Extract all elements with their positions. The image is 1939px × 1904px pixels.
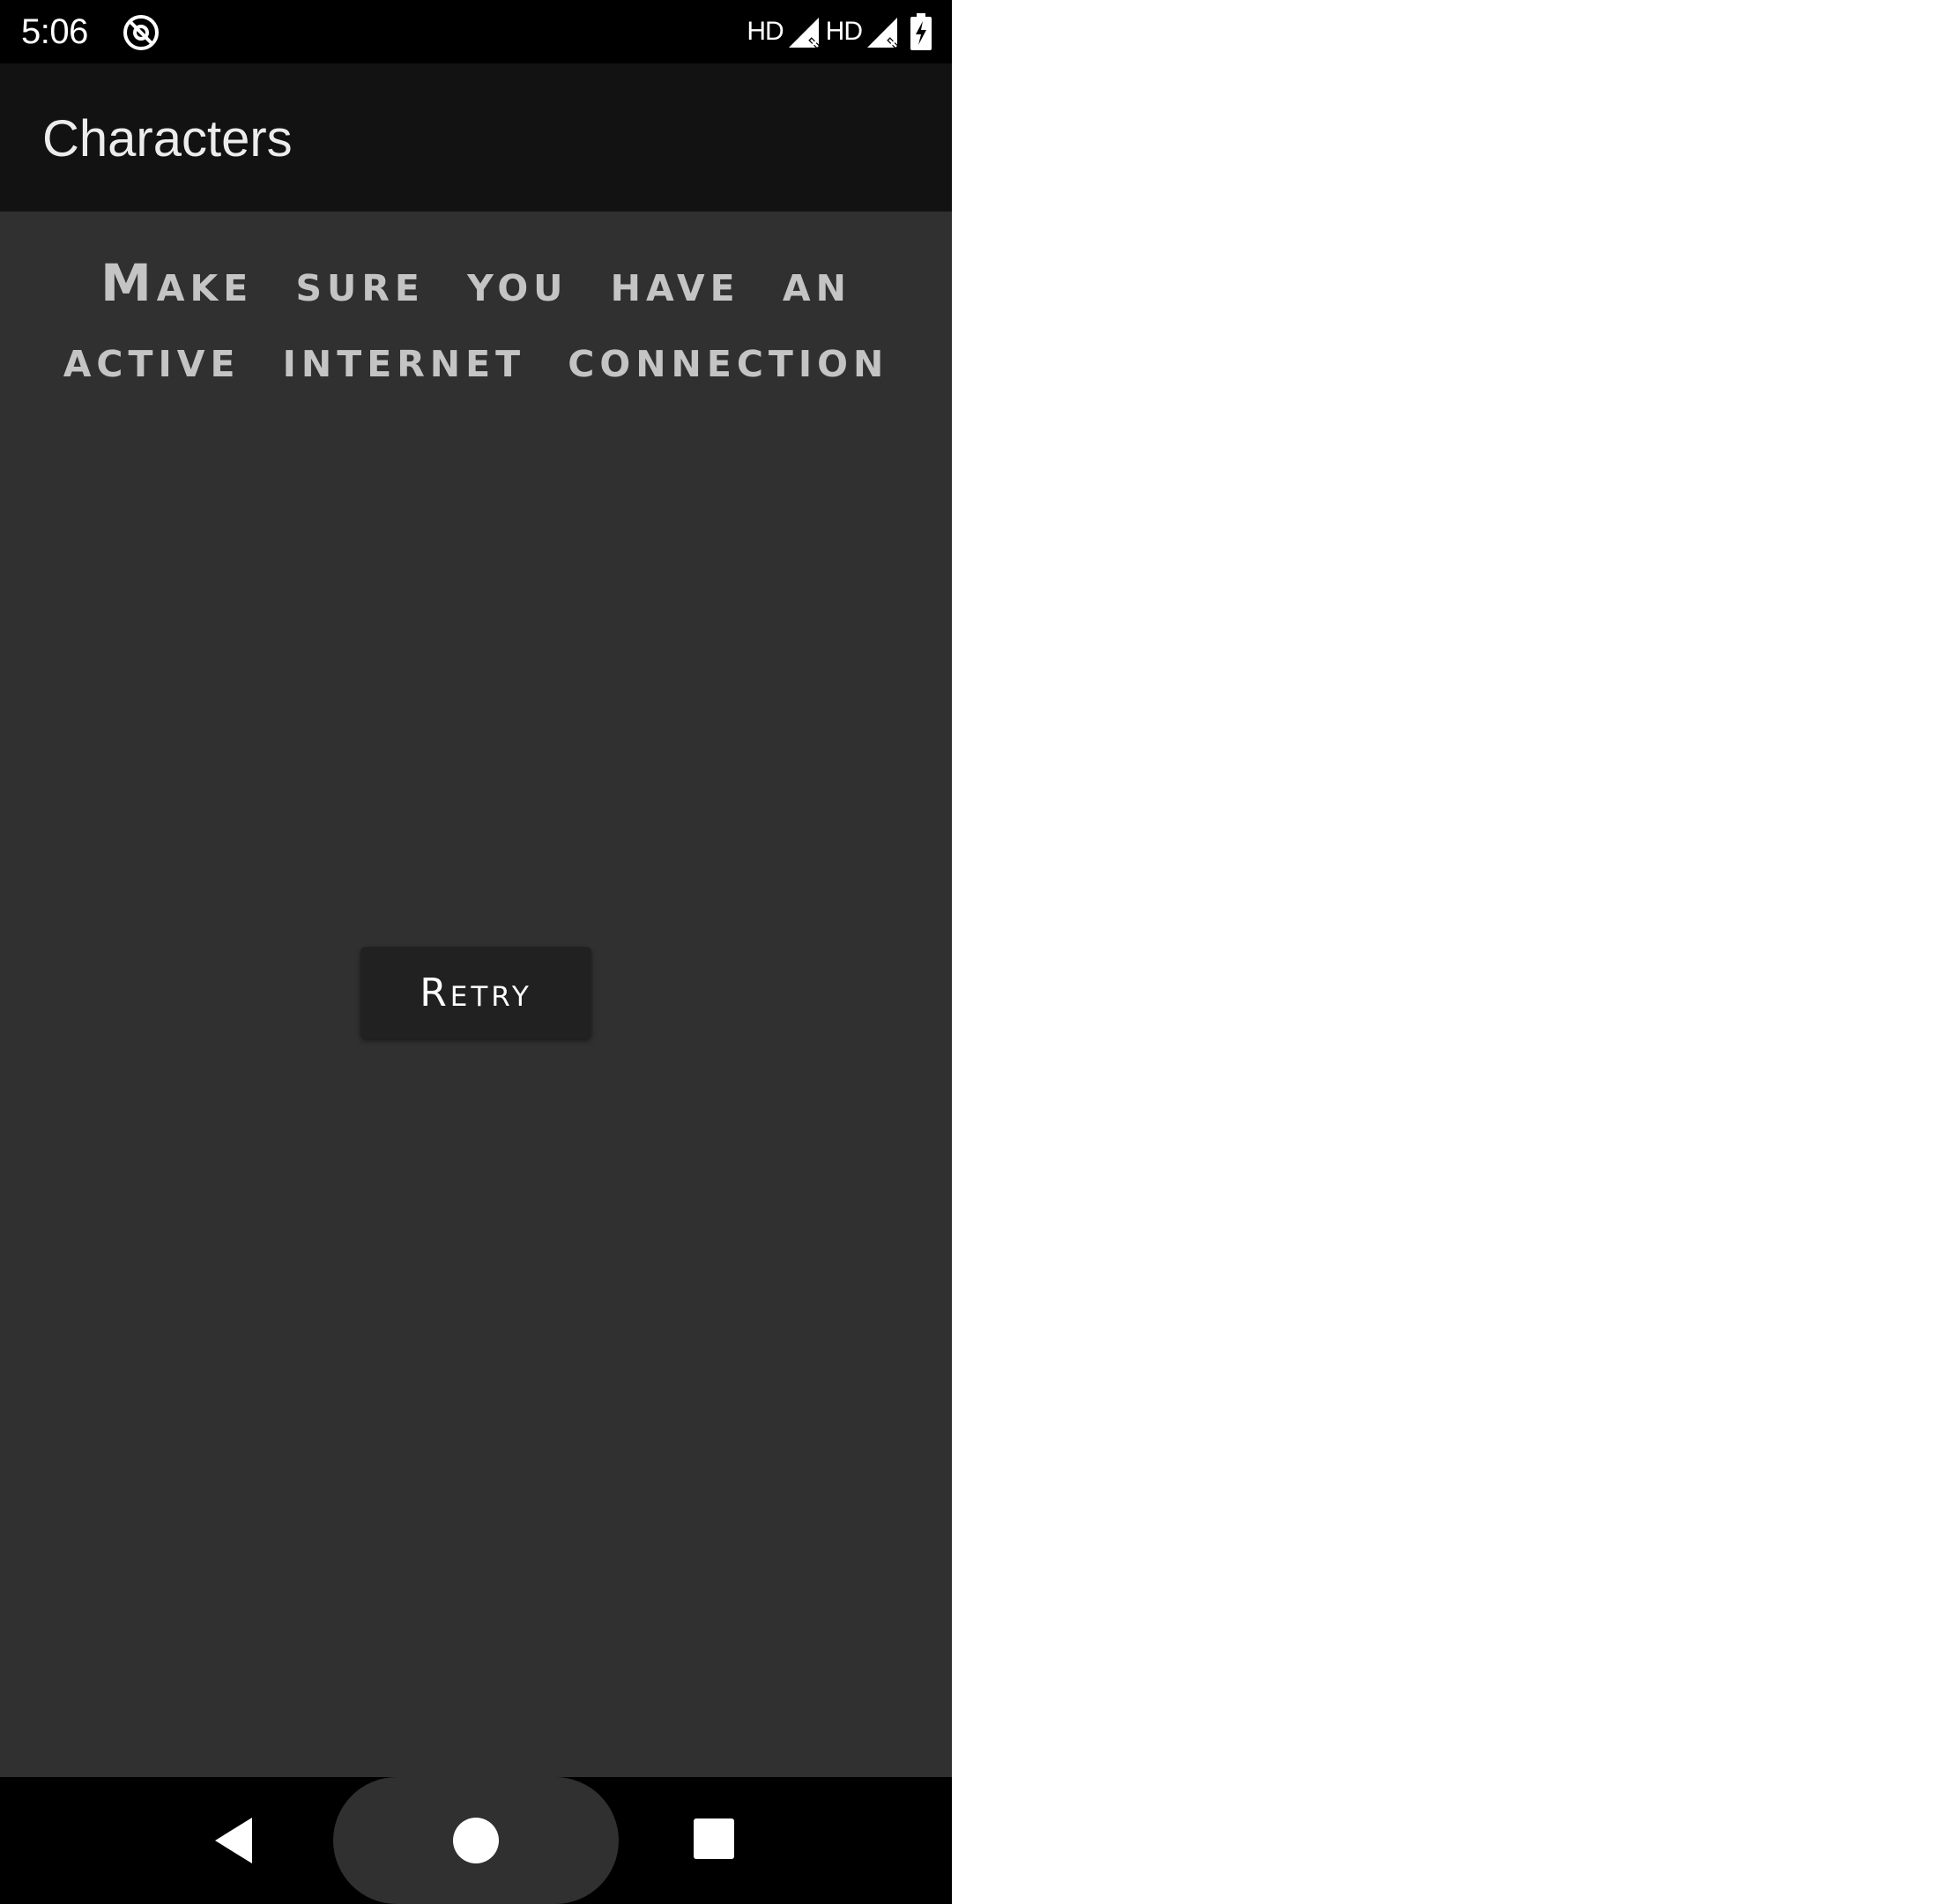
at-sign-notification-icon — [123, 15, 159, 50]
retry-button-label: Retry — [420, 970, 532, 1015]
home-circle-icon[interactable] — [453, 1818, 499, 1863]
main-content: Make sure you have an active internet co… — [0, 212, 952, 1777]
status-icons: HD HD — [747, 12, 932, 51]
hd-label-2: HD — [825, 17, 863, 46]
retry-button[interactable]: Retry — [360, 947, 591, 1038]
app-bar: Characters — [0, 63, 952, 212]
recents-square-icon[interactable] — [694, 1818, 734, 1859]
battery-charging-icon — [910, 13, 932, 50]
status-time: 5:06 — [21, 12, 88, 51]
navigation-bar — [0, 1777, 952, 1904]
signal-no-service-icon — [788, 18, 821, 49]
back-triangle-icon[interactable] — [212, 1816, 256, 1865]
page-title: Characters — [42, 110, 293, 167]
hd-label-1: HD — [747, 17, 784, 46]
connection-error-message: Make sure you have an active internet co… — [63, 253, 889, 389]
phone-screen: 5:06 HD HD Characters Make sure you have… — [0, 0, 952, 1904]
status-bar: 5:06 HD HD — [0, 0, 952, 63]
signal-no-service-icon — [867, 18, 899, 49]
